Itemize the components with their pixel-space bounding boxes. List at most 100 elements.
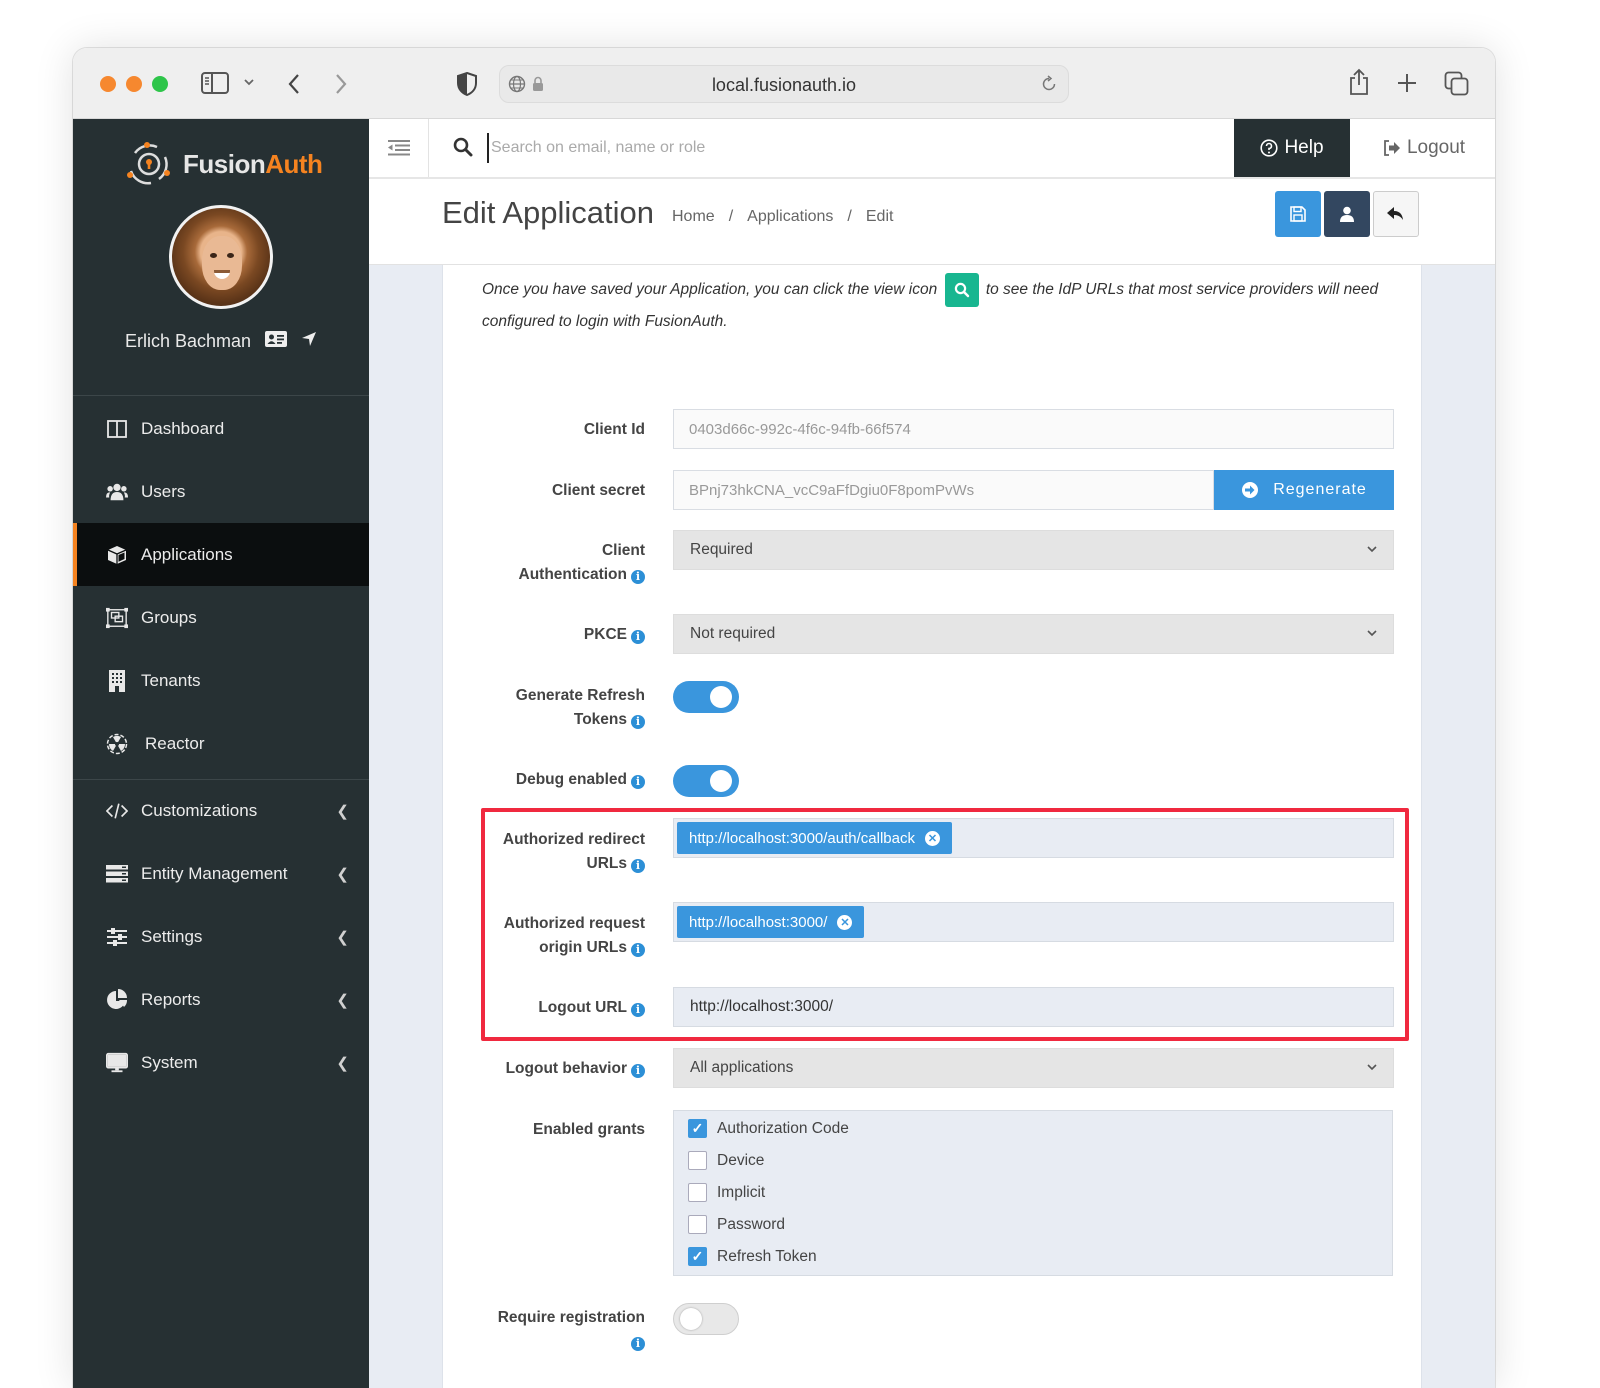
location-arrow-icon[interactable] bbox=[301, 331, 317, 352]
generate-refresh-tokens-toggle[interactable] bbox=[673, 681, 739, 713]
sidebar-item-settings[interactable]: Settings ❮ bbox=[73, 905, 369, 968]
sidebar-item-customizations[interactable]: Customizations ❮ bbox=[73, 779, 369, 842]
avatar[interactable] bbox=[169, 205, 273, 309]
user-name: Erlich Bachman bbox=[125, 331, 252, 351]
checkbox-checked[interactable]: ✓ bbox=[688, 1119, 707, 1138]
label-line: Client bbox=[601, 542, 645, 559]
info-icon[interactable]: i bbox=[631, 943, 645, 957]
cube-icon bbox=[106, 544, 128, 566]
back-icon[interactable] bbox=[286, 72, 302, 96]
grant-device[interactable]: Device bbox=[688, 1151, 764, 1170]
maximize-window-button[interactable] bbox=[152, 76, 168, 92]
grant-refresh-token[interactable]: ✓ Refresh Token bbox=[688, 1247, 817, 1266]
url-tag-label: http://localhost:3000/ bbox=[689, 913, 828, 931]
breadcrumb-home[interactable]: Home bbox=[672, 208, 715, 226]
grant-label: Password bbox=[717, 1215, 786, 1233]
page-title: Edit Application bbox=[442, 195, 654, 230]
menu-toggle-button[interactable] bbox=[369, 119, 429, 177]
tabs-overview-icon[interactable] bbox=[1444, 71, 1470, 97]
client-authentication-select[interactable]: Required bbox=[673, 530, 1394, 570]
grant-authorization-code[interactable]: ✓ Authorization Code bbox=[688, 1119, 849, 1138]
regenerate-button[interactable]: Regenerate bbox=[1214, 470, 1394, 510]
forward-icon[interactable] bbox=[333, 72, 349, 96]
sidebar-item-entity-management[interactable]: Entity Management ❮ bbox=[73, 842, 369, 905]
cancel-button[interactable] bbox=[1373, 191, 1419, 237]
sliders-icon bbox=[106, 926, 128, 948]
sidebar-item-label: Entity Management bbox=[141, 863, 288, 883]
authorized-redirect-urls-field[interactable]: http://localhost:3000/auth/callback ✕ bbox=[673, 818, 1394, 858]
sidebar-item-groups[interactable]: Groups bbox=[73, 586, 369, 649]
pkce-label: PKCE i bbox=[584, 623, 645, 647]
checkbox-checked[interactable]: ✓ bbox=[688, 1247, 707, 1266]
logout-behavior-select[interactable]: All applications bbox=[673, 1048, 1394, 1088]
debug-enabled-toggle[interactable] bbox=[673, 765, 739, 797]
chevron-left-icon: ❮ bbox=[336, 865, 349, 883]
chevron-left-icon: ❮ bbox=[336, 928, 349, 946]
remove-tag-icon[interactable]: ✕ bbox=[924, 830, 940, 846]
label-text: Logout URL bbox=[538, 999, 627, 1016]
logout-button[interactable]: Logout bbox=[1369, 119, 1479, 177]
search-input[interactable] bbox=[487, 133, 1187, 163]
sidebar-item-reactor[interactable]: Reactor bbox=[73, 712, 369, 775]
groups-icon bbox=[106, 607, 128, 629]
info-icon[interactable]: i bbox=[631, 630, 645, 644]
sidebar-item-system[interactable]: System ❮ bbox=[73, 1031, 369, 1094]
url-tag: http://localhost:3000/ ✕ bbox=[677, 906, 865, 938]
sidebar-item-users[interactable]: Users bbox=[73, 460, 369, 523]
info-icon[interactable]: i bbox=[631, 1003, 645, 1017]
share-icon[interactable] bbox=[1348, 68, 1370, 96]
breadcrumb-separator: / bbox=[847, 208, 852, 225]
label-line: Authorized redirect bbox=[502, 831, 645, 848]
client-id-field[interactable]: 0403d66c-992c-4f6c-94fb-66f574 bbox=[673, 409, 1394, 449]
new-tab-icon[interactable] bbox=[1396, 72, 1418, 94]
logout-behavior-label: Logout behavior i bbox=[506, 1057, 645, 1081]
sidebar-item-dashboard[interactable]: Dashboard bbox=[73, 397, 369, 460]
view-icon-sample bbox=[944, 273, 979, 307]
info-icon[interactable]: i bbox=[631, 1064, 645, 1078]
breadcrumb-applications[interactable]: Applications bbox=[747, 208, 833, 226]
sidebar-toggle-icon[interactable] bbox=[201, 72, 229, 94]
fusionauth-logo[interactable]: FusionAuth bbox=[125, 141, 323, 187]
label-text: Require registration bbox=[497, 1309, 645, 1326]
sidebar-item-applications[interactable]: Applications bbox=[73, 523, 369, 586]
sidebar-item-reports[interactable]: Reports ❮ bbox=[73, 968, 369, 1031]
label-line: Authentication bbox=[518, 566, 628, 583]
remove-tag-icon[interactable]: ✕ bbox=[837, 914, 853, 930]
sidebar-item-label: Reports bbox=[141, 989, 201, 1009]
label-line: Generate Refresh bbox=[515, 687, 645, 704]
save-button[interactable] bbox=[1275, 191, 1321, 237]
grant-password[interactable]: Password bbox=[688, 1215, 785, 1234]
page-header: Edit Application Home / Applications / E… bbox=[369, 179, 1495, 265]
label-text: Debug enabled bbox=[515, 771, 627, 788]
close-window-button[interactable] bbox=[100, 76, 116, 92]
client-secret-label: Client secret bbox=[551, 482, 645, 499]
authorized-origin-urls-field[interactable]: http://localhost:3000/ ✕ bbox=[673, 902, 1394, 942]
id-card-icon[interactable] bbox=[265, 331, 288, 352]
checkbox-unchecked[interactable] bbox=[688, 1151, 707, 1170]
address-bar[interactable]: local.fusionauth.io bbox=[499, 65, 1069, 103]
pkce-select[interactable]: Not required bbox=[673, 614, 1394, 654]
logout-url-input[interactable]: http://localhost:3000/ bbox=[673, 987, 1394, 1027]
grant-implicit[interactable]: Implicit bbox=[688, 1183, 765, 1202]
help-button[interactable]: Help bbox=[1234, 119, 1350, 177]
require-registration-toggle[interactable] bbox=[673, 1303, 739, 1335]
chevron-down-icon bbox=[1367, 1064, 1377, 1071]
minimize-window-button[interactable] bbox=[126, 76, 142, 92]
sidebar-item-label: Settings bbox=[141, 926, 203, 946]
info-icon[interactable]: i bbox=[631, 775, 645, 789]
info-icon[interactable]: i bbox=[631, 859, 645, 873]
client-secret-input[interactable]: BPnj73hkCNA_vcC9aFfDgiu0F8pomPvWs bbox=[673, 470, 1214, 510]
info-icon[interactable]: i bbox=[631, 570, 645, 584]
reload-icon[interactable] bbox=[1040, 75, 1058, 93]
authorized-redirect-urls-label: Authorized redirect URLs i bbox=[503, 828, 645, 876]
view-user-button[interactable] bbox=[1324, 191, 1370, 237]
info-icon[interactable]: i bbox=[631, 715, 645, 729]
checkbox-unchecked[interactable] bbox=[688, 1183, 707, 1202]
sidebar-item-tenants[interactable]: Tenants bbox=[73, 649, 369, 712]
logout-url-field[interactable]: http://localhost:3000/ bbox=[673, 987, 1394, 1027]
checkbox-unchecked[interactable] bbox=[688, 1215, 707, 1234]
chevron-down-icon[interactable] bbox=[243, 76, 255, 88]
shield-icon[interactable] bbox=[457, 72, 477, 96]
sidebar-item-label: Customizations bbox=[141, 800, 258, 820]
info-icon[interactable]: i bbox=[631, 1337, 645, 1351]
